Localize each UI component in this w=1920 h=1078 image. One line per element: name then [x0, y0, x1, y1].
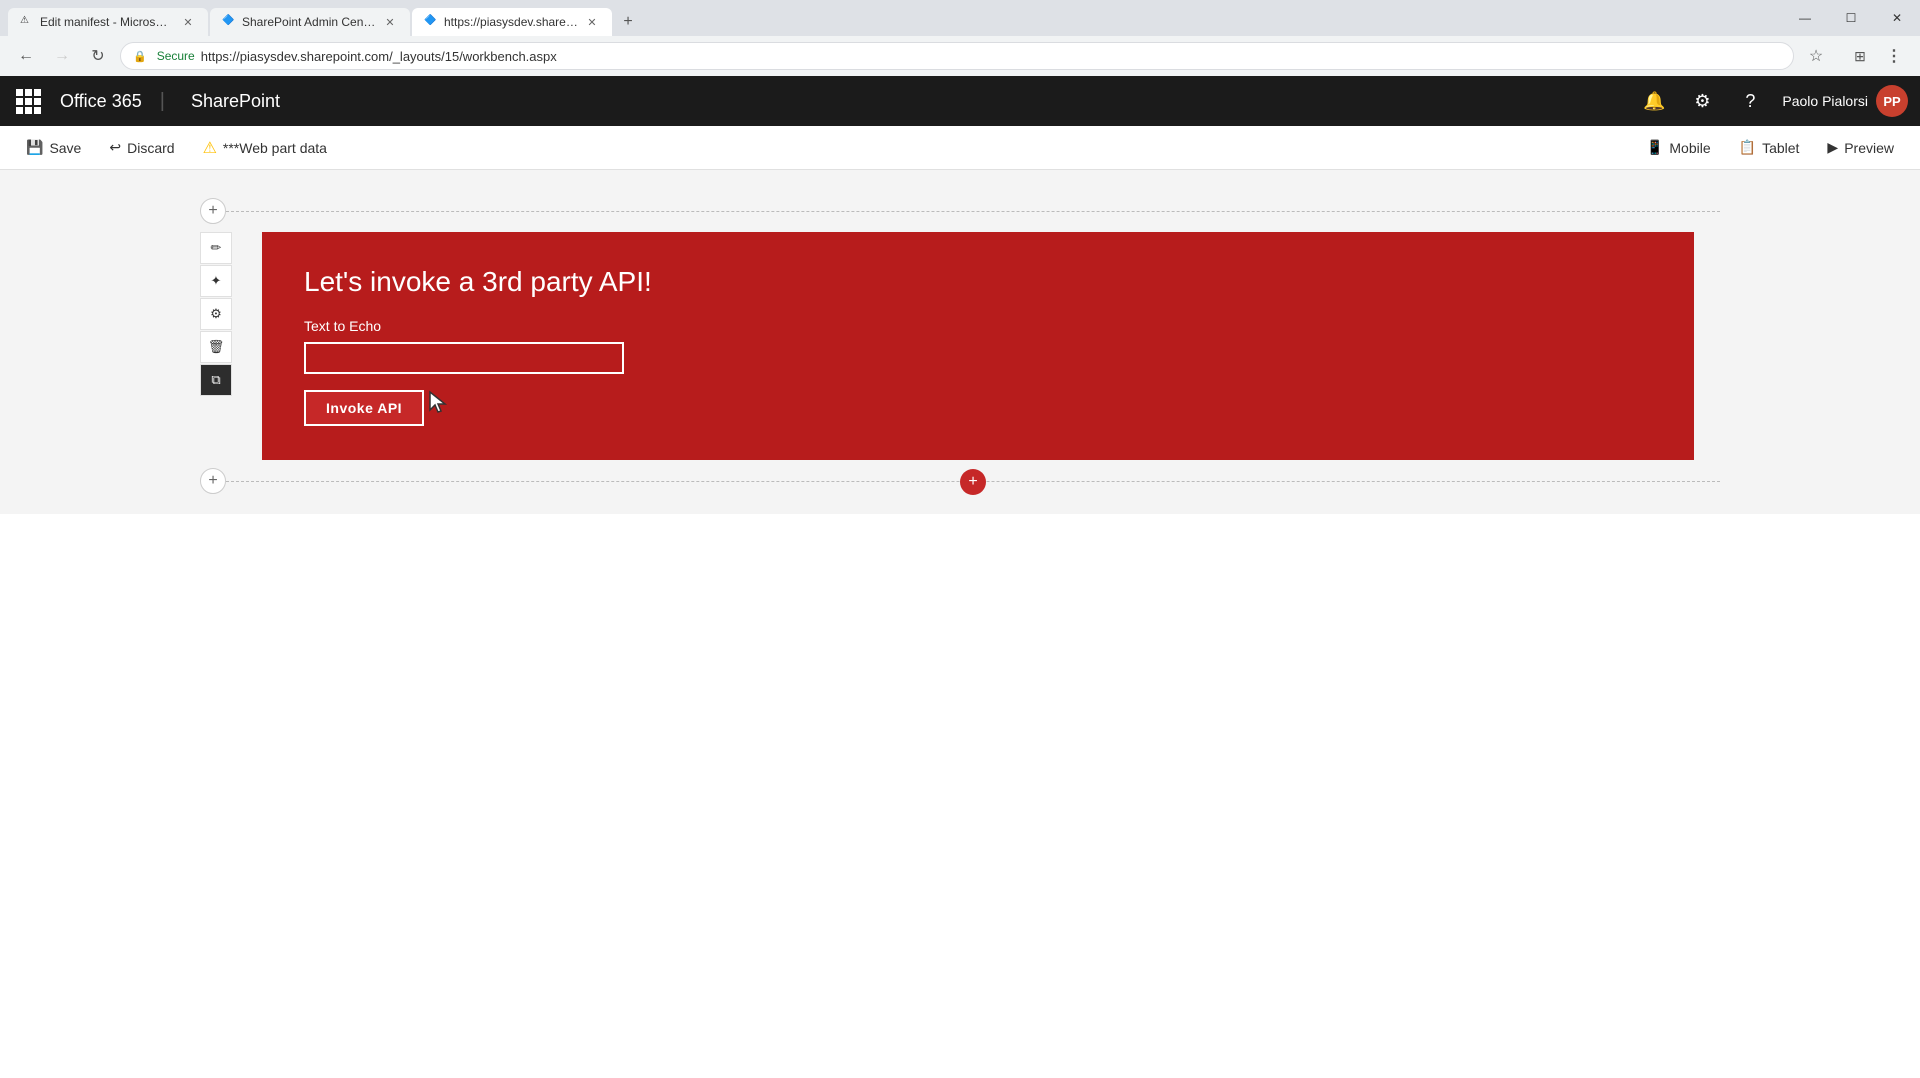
bookmark-button[interactable]: ☆ [1802, 42, 1830, 70]
toolbar-right: 📱 Mobile 📋 Tablet ▶ Preview [1636, 133, 1904, 162]
tab3-title: https://piasysdev.sharep... [444, 15, 578, 29]
webpart-content: Let's invoke a 3rd party API! Text to Ec… [264, 234, 1692, 458]
webpart-edit-button[interactable]: ✏ [200, 232, 232, 264]
window-controls: — ☐ ✕ [1782, 0, 1920, 36]
waffle-icon [16, 89, 41, 114]
preview-button[interactable]: ▶ Preview [1817, 133, 1904, 162]
save-label: Save [49, 140, 81, 156]
webpart-copy-button[interactable]: ⧉ [200, 364, 232, 396]
webpart-data-label: ***Web part data [223, 140, 327, 156]
settings-icon: ⚙ [1694, 91, 1710, 112]
tab3-close[interactable]: ✕ [584, 14, 600, 30]
add-row-line-top [226, 211, 1720, 212]
workbench: + ✏ ✦ ⚙ 🗑 [0, 170, 1920, 514]
waffle-button[interactable] [12, 85, 44, 117]
text-echo-label: Text to Echo [304, 318, 1652, 334]
webpart-move-button[interactable]: ✦ [200, 265, 232, 297]
address-bar: ← → ↻ 🔒 Secure https://piasysdev.sharepo… [0, 36, 1920, 76]
tab2-title: SharePoint Admin Cente... [242, 15, 376, 29]
tab-bar: ⚠ Edit manifest - Microsof... ✕ 🔷 ShareP… [0, 0, 1920, 36]
delete-icon: 🗑 [208, 339, 225, 355]
user-menu[interactable]: Paolo Pialorsi PP [1782, 85, 1908, 117]
nav-right: 🔔 ⚙ ? Paolo Pialorsi PP [1638, 85, 1908, 117]
text-echo-input[interactable] [304, 342, 624, 374]
tab-3[interactable]: 🔷 https://piasysdev.sharep... ✕ [412, 8, 612, 36]
tab1-title: Edit manifest - Microsof... [40, 15, 174, 29]
discard-label: Discard [127, 140, 174, 156]
reload-button[interactable]: ↻ [84, 42, 112, 70]
address-input[interactable]: 🔒 Secure https://piasysdev.sharepoint.co… [120, 42, 1794, 70]
tab3-favicon: 🔷 [424, 15, 438, 29]
invoke-api-button[interactable]: Invoke API [304, 390, 424, 426]
add-section-top-button[interactable]: + [200, 198, 226, 224]
tab-2[interactable]: 🔷 SharePoint Admin Cente... ✕ [210, 8, 410, 36]
new-tab-button[interactable]: + [614, 8, 642, 36]
mobile-icon: 📱 [1646, 139, 1663, 156]
mobile-label: Mobile [1669, 140, 1710, 156]
notification-button[interactable]: 🔔 [1638, 85, 1670, 117]
add-section-circle-button[interactable]: + [960, 469, 986, 495]
notification-icon: 🔔 [1643, 91, 1665, 112]
webpart-settings-button[interactable]: ⚙ [200, 298, 232, 330]
user-avatar: PP [1876, 85, 1908, 117]
add-row-line-bottom: + [226, 481, 1720, 482]
menu-button[interactable]: ⋮ [1880, 42, 1908, 70]
nav-divider: | [160, 90, 165, 113]
add-row-bottom: + + [200, 468, 1720, 494]
webpart-area: ✏ ✦ ⚙ 🗑 ⧉ [200, 232, 1720, 460]
close-button[interactable]: ✕ [1874, 0, 1920, 36]
discard-icon: ↩ [109, 139, 121, 156]
browser-right-controls: ⊞ ⋮ [1846, 42, 1908, 70]
tab2-close[interactable]: ✕ [382, 14, 398, 30]
tab2-favicon: 🔷 [222, 15, 236, 29]
webpart-delete-button[interactable]: 🗑 [200, 331, 232, 363]
move-icon: ✦ [211, 273, 222, 289]
discard-button[interactable]: ↩ Discard [99, 133, 184, 162]
help-button[interactable]: ? [1734, 85, 1766, 117]
office365-label[interactable]: Office 365 [60, 91, 142, 112]
sp-toolbar: 💾 Save ↩ Discard ⚠ ***Web part data 📱 Mo… [0, 126, 1920, 170]
address-text: https://piasysdev.sharepoint.com/_layout… [201, 49, 557, 64]
secure-label: Secure [157, 49, 195, 63]
forward-button[interactable]: → [48, 42, 76, 70]
edit-icon: ✏ [211, 240, 222, 256]
add-row-top: + [200, 198, 1720, 224]
help-icon: ? [1745, 91, 1755, 112]
workbench-inner: + ✏ ✦ ⚙ 🗑 [0, 170, 1920, 514]
preview-icon: ▶ [1827, 139, 1838, 156]
extensions-button[interactable]: ⊞ [1846, 42, 1874, 70]
save-button[interactable]: 💾 Save [16, 133, 91, 162]
tablet-icon: 📋 [1739, 139, 1756, 156]
tab-1[interactable]: ⚠ Edit manifest - Microsof... ✕ [8, 8, 208, 36]
add-section-bottom-button[interactable]: + [200, 468, 226, 494]
sharepoint-label[interactable]: SharePoint [191, 91, 280, 112]
tab1-close[interactable]: ✕ [180, 14, 196, 30]
copy-icon: ⧉ [211, 372, 220, 388]
tablet-label: Tablet [1762, 140, 1799, 156]
settings-button[interactable]: ⚙ [1686, 85, 1718, 117]
webpart-title: Let's invoke a 3rd party API! [304, 266, 1652, 298]
webpart-data-button[interactable]: ⚠ ***Web part data [193, 132, 337, 164]
mobile-button[interactable]: 📱 Mobile [1636, 133, 1721, 162]
minimize-button[interactable]: — [1782, 0, 1828, 36]
settings-webpart-icon: ⚙ [210, 306, 222, 322]
maximize-button[interactable]: ☐ [1828, 0, 1874, 36]
back-button[interactable]: ← [12, 42, 40, 70]
warning-icon: ⚠ [203, 138, 217, 158]
sp-nav: Office 365 | SharePoint 🔔 ⚙ ? Paolo Pial… [0, 76, 1920, 126]
user-name: Paolo Pialorsi [1782, 93, 1868, 109]
browser-chrome: ⚠ Edit manifest - Microsof... ✕ 🔷 ShareP… [0, 0, 1920, 76]
save-icon: 💾 [26, 139, 43, 156]
tab1-favicon: ⚠ [20, 15, 34, 29]
webpart-toolbar: ✏ ✦ ⚙ 🗑 ⧉ [200, 232, 232, 396]
webpart-container: Let's invoke a 3rd party API! Text to Ec… [262, 232, 1694, 460]
user-initials: PP [1883, 94, 1900, 109]
tablet-button[interactable]: 📋 Tablet [1729, 133, 1810, 162]
secure-icon: 🔒 [133, 50, 147, 63]
preview-label: Preview [1844, 140, 1894, 156]
